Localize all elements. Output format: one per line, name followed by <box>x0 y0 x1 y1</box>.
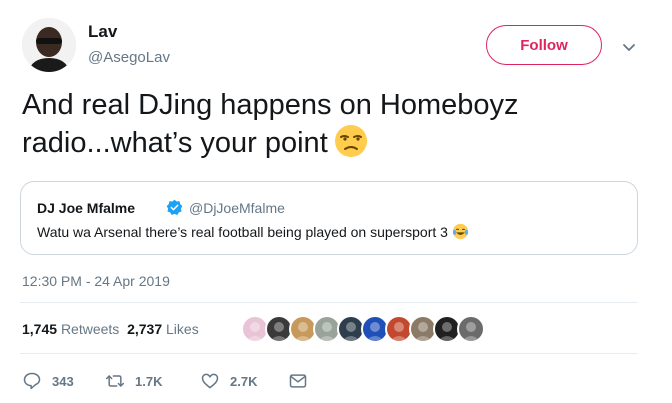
direct-message-button[interactable] <box>288 370 308 392</box>
heart-icon <box>201 373 219 389</box>
tweet-text-line-1: And real DJing happens on Homeboyz <box>22 89 519 121</box>
likes-count[interactable]: 2,737 <box>127 321 162 337</box>
divider <box>20 302 638 303</box>
quoted-tweet-text: Watu wa Arsenal there’s real football be… <box>37 223 469 240</box>
tweet-timestamp[interactable]: 12:30 PM - 24 Apr 2019 <box>22 273 170 289</box>
retweet-count: 1.7K <box>135 373 163 389</box>
chevron-down-icon[interactable] <box>620 38 638 56</box>
author-avatar[interactable] <box>22 18 76 72</box>
author-name[interactable]: Lav <box>88 22 117 42</box>
author-handle[interactable]: @AsegoLav <box>88 49 170 66</box>
envelope-icon <box>289 374 307 388</box>
retweets-label[interactable]: Retweets <box>61 321 119 337</box>
liker-avatar[interactable] <box>457 315 485 343</box>
engagement-stats: 1,745 Retweets 2,737 Likes <box>22 321 199 337</box>
quoted-author-handle[interactable]: @DjJoeMfalme <box>189 200 285 216</box>
retweet-icon <box>105 375 125 387</box>
retweet-button[interactable]: 1.7K <box>105 370 162 392</box>
tweet-card: Lav @AsegoLav Follow And real DJing happ… <box>0 0 672 403</box>
unamused-face-emoji-icon <box>334 125 367 157</box>
tears-of-joy-emoji-icon <box>452 223 469 240</box>
quoted-tweet[interactable]: DJ Joe Mfalme @DjJoeMfalme Watu wa Arsen… <box>20 181 638 255</box>
quoted-text-content: Watu wa Arsenal there’s real football be… <box>37 224 448 240</box>
quoted-author-name[interactable]: DJ Joe Mfalme <box>37 200 135 216</box>
liker-avatars <box>241 315 485 343</box>
retweets-count[interactable]: 1,745 <box>22 321 57 337</box>
divider <box>20 353 638 354</box>
like-count: 2.7K <box>230 373 258 389</box>
like-button[interactable]: 2.7K <box>200 370 257 392</box>
tweet-text: And real DJing happens on Homeboyz radio… <box>22 87 642 162</box>
tweet-text-line-2-content: radio...what’s your point <box>22 127 328 159</box>
reply-button[interactable]: 343 <box>22 370 74 392</box>
follow-button[interactable]: Follow <box>486 25 602 65</box>
likes-label[interactable]: Likes <box>166 321 199 337</box>
verified-badge-icon <box>166 199 183 215</box>
reply-count: 343 <box>52 373 74 389</box>
reply-icon <box>23 372 41 390</box>
tweet-text-line-2: radio...what’s your point <box>22 124 642 162</box>
